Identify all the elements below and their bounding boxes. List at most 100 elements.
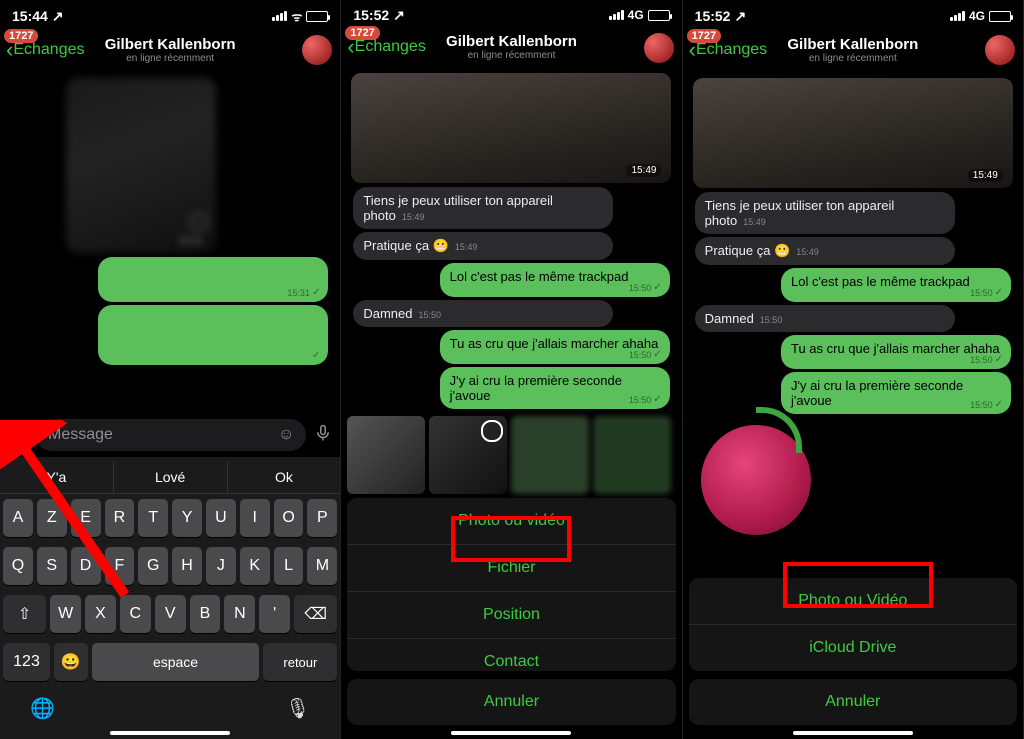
key[interactable]: Z [37,499,67,537]
message-list[interactable]: 15:49 Tiens je peux utiliser ton apparei… [341,67,681,412]
sheet-photo-video[interactable]: Photo ou Vidéo [689,578,1017,625]
download-icon[interactable]: ↓ [190,213,208,231]
message-list[interactable]: ↓ 15:31 15:31✓ ✓ [0,72,340,413]
space-key[interactable]: espace [92,643,260,681]
photo-thumbnail[interactable] [511,416,589,494]
dictation-icon[interactable]: 🎙 [285,696,310,721]
key[interactable]: B [190,595,221,633]
chat-title[interactable]: Gilbert Kallenborn en ligne récemment [787,36,918,64]
key[interactable]: O [274,499,304,537]
key[interactable]: ' [259,595,290,633]
message-time: 15:31 [287,288,310,298]
unread-badge: 1727 [345,26,379,40]
photo-thumbnail[interactable] [347,416,425,494]
sheet-position[interactable]: Position [347,592,675,639]
contact-name: Gilbert Kallenborn [787,36,918,53]
key[interactable]: L [274,547,304,585]
avatar[interactable] [644,33,674,63]
key[interactable]: I [240,499,270,537]
back-button[interactable]: 1727 ‹ Echanges [6,39,85,61]
key[interactable]: S [37,547,67,585]
key[interactable]: Q [3,547,33,585]
incoming-image-message[interactable]: 15:49 [693,78,1013,188]
message-input[interactable]: Message ☺ [36,419,306,451]
suggestion[interactable]: Lové [114,461,228,493]
key[interactable]: A [3,499,33,537]
contact-name: Gilbert Kallenborn [105,36,236,53]
key[interactable]: E [71,499,101,537]
return-key[interactable]: retour [263,643,337,681]
incoming-message[interactable]: Tiens je peux utiliser ton appareil phot… [353,187,613,229]
outgoing-message[interactable]: Tu as cru que j'allais marcher ahaha15:5… [440,330,670,364]
numeric-key[interactable]: 123 [3,643,50,681]
chat-title[interactable]: Gilbert Kallenborn en ligne récemment [105,36,236,64]
avatar[interactable] [985,35,1015,65]
message-list[interactable]: 15:49 Tiens je peux utiliser ton apparei… [683,72,1023,417]
attach-icon[interactable] [8,422,28,448]
avatar[interactable] [302,35,332,65]
incoming-image-message[interactable]: ↓ 15:31 [66,78,216,253]
suggestion-row: Y'a Lové Ok [0,461,340,494]
sticker-icon[interactable]: ☺ [278,426,294,444]
backspace-key[interactable]: ⌫ [294,595,337,633]
home-indicator[interactable] [793,731,913,735]
outgoing-message[interactable]: ✓ [98,305,328,365]
placeholder: Message [48,426,113,444]
sheet-icloud-drive[interactable]: iCloud Drive [689,625,1017,671]
sheet-file[interactable]: Fichier [347,545,675,592]
screen-3-file-sheet: 15:52 ↗ 4G 1727 ‹ Echanges Gilbert Kalle… [683,0,1024,739]
outgoing-message[interactable]: Lol c'est pas le même trackpad15:50✓ [781,268,1011,302]
location-icon: ↗ [52,8,64,25]
key-row: A Z E R T Y U I O P [0,494,340,542]
photo-thumbnail[interactable] [429,416,507,494]
outgoing-message[interactable]: Tu as cru que j'allais marcher ahaha15:5… [781,335,1011,369]
key[interactable]: X [85,595,116,633]
key[interactable]: G [138,547,168,585]
incoming-message[interactable]: Tiens je peux utiliser ton appareil phot… [695,192,955,234]
key[interactable]: J [206,547,236,585]
incoming-message[interactable]: Damned15:50 [353,300,613,327]
cherry-sticker[interactable] [701,425,811,535]
key[interactable]: C [120,595,151,633]
sheet-photo-video[interactable]: Photo ou vidéo [347,498,675,545]
emoji-key[interactable]: 😀 [54,643,88,681]
back-button[interactable]: 1727 ‹ Echanges [347,36,426,58]
suggestion[interactable]: Y'a [0,461,114,493]
key[interactable]: M [307,547,337,585]
outgoing-message[interactable]: J'y ai cru la première seconde j'avoue15… [440,367,670,409]
photo-thumbnail[interactable] [593,416,671,494]
status-bar: 15:44 ↗ ᯤ [0,0,340,28]
key[interactable]: N [224,595,255,633]
input-bar: Message ☺ [0,413,340,457]
key[interactable]: F [105,547,135,585]
key[interactable]: V [155,595,186,633]
incoming-message[interactable]: Damned15:50 [695,305,955,332]
sheet-contact[interactable]: Contact [347,639,675,671]
key[interactable]: U [206,499,236,537]
outgoing-message[interactable]: J'y ai cru la première seconde j'avoue15… [781,372,1011,414]
outgoing-message[interactable]: 15:31✓ [98,257,328,302]
key[interactable]: Y [172,499,202,537]
suggestion[interactable]: Ok [228,461,341,493]
key[interactable]: D [71,547,101,585]
key[interactable]: T [138,499,168,537]
message-time: 15:31 [173,235,208,248]
chat-title[interactable]: Gilbert Kallenborn en ligne récemment [446,33,577,61]
mic-icon[interactable] [314,422,332,449]
incoming-message[interactable]: Pratique ça 😬15:49 [353,232,613,260]
home-indicator[interactable] [451,731,571,735]
incoming-message[interactable]: Pratique ça 😬15:49 [695,237,955,265]
key[interactable]: R [105,499,135,537]
sheet-cancel[interactable]: Annuler [347,679,675,725]
key[interactable]: P [307,499,337,537]
key[interactable]: H [172,547,202,585]
sheet-cancel[interactable]: Annuler [689,679,1017,725]
home-indicator[interactable] [110,731,230,735]
outgoing-message[interactable]: Lol c'est pas le même trackpad15:50✓ [440,263,670,297]
shift-key[interactable]: ⇧ [3,595,46,633]
incoming-image-message[interactable]: 15:49 [351,73,671,183]
key[interactable]: K [240,547,270,585]
globe-icon[interactable]: 🌐 [30,696,55,721]
key[interactable]: W [50,595,81,633]
back-button[interactable]: 1727 ‹ Echanges [689,39,768,61]
